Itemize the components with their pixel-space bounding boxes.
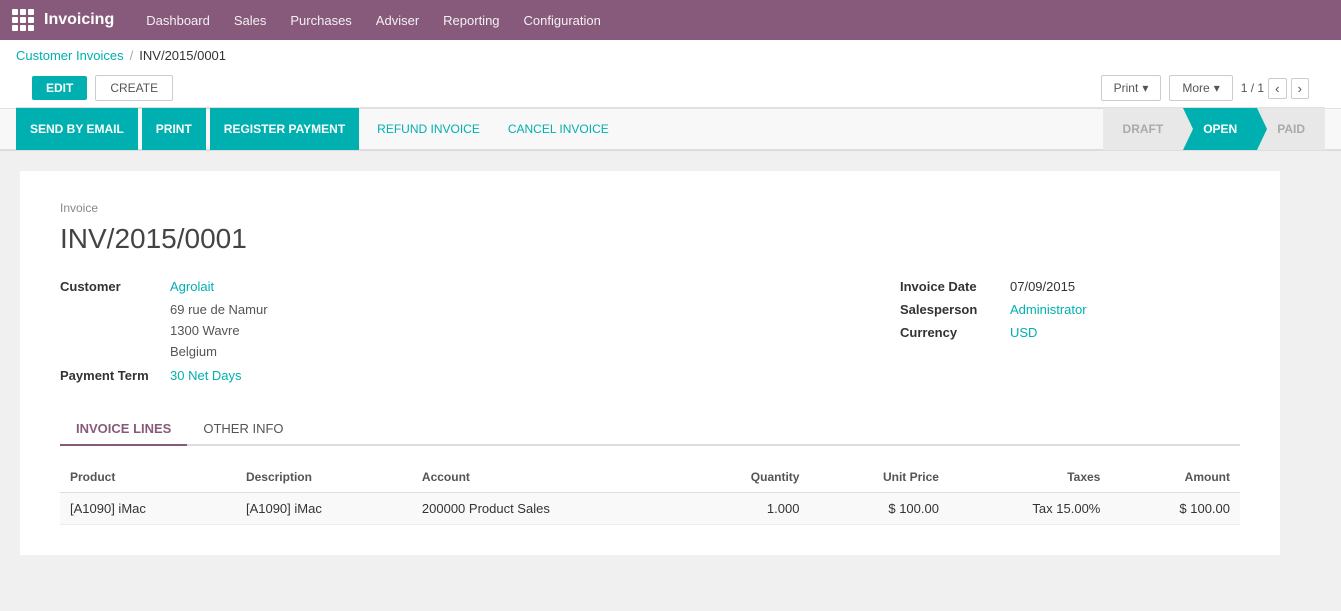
toolbar: EDIT CREATE Print ▾ More ▾ 1 / 1 ‹ › <box>16 69 1325 108</box>
cell-unit-price: $ 100.00 <box>809 493 949 525</box>
nav-sales[interactable]: Sales <box>222 0 279 40</box>
cancel-invoice-button[interactable]: CANCEL INVOICE <box>494 108 623 150</box>
breadcrumb: Customer Invoices / INV/2015/0001 <box>16 48 1325 69</box>
next-page-button[interactable]: › <box>1291 78 1309 99</box>
salesperson-label: Salesperson <box>900 302 1010 317</box>
invoice-lines-table: Product Description Account Quantity Uni… <box>60 462 1240 525</box>
invoice-date-value: 07/09/2015 <box>1010 279 1075 294</box>
nav-adviser[interactable]: Adviser <box>364 0 431 40</box>
breadcrumb-current: INV/2015/0001 <box>139 48 226 63</box>
create-button[interactable]: CREATE <box>95 75 173 101</box>
payment-term-value[interactable]: 30 Net Days <box>170 368 242 383</box>
tab-invoice-lines[interactable]: INVOICE LINES <box>60 413 187 446</box>
print-button[interactable]: Print ▾ <box>1101 75 1162 101</box>
currency-label: Currency <box>900 325 1010 340</box>
refund-invoice-button[interactable]: REFUND INVOICE <box>363 108 494 150</box>
col-account: Account <box>412 462 684 493</box>
status-bar: DRAFT OPEN PAID <box>1103 108 1325 150</box>
currency-row: Currency USD <box>900 325 1240 340</box>
currency-value[interactable]: USD <box>1010 325 1037 340</box>
action-bar: SEND BY EMAIL PRINT REGISTER PAYMENT REF… <box>0 109 1341 151</box>
nav-configuration[interactable]: Configuration <box>512 0 613 40</box>
tabs: INVOICE LINES OTHER INFO <box>60 413 1240 446</box>
right-fields: Invoice Date 07/09/2015 Salesperson Admi… <box>900 279 1240 389</box>
cell-product: [A1090] iMac <box>60 493 236 525</box>
invoice-number: INV/2015/0001 <box>60 223 1240 255</box>
customer-name[interactable]: Agrolait <box>170 279 214 294</box>
invoice-card: Invoice INV/2015/0001 Customer Agrolait … <box>20 171 1280 555</box>
send-by-email-button[interactable]: SEND BY EMAIL <box>16 108 138 150</box>
more-chevron-icon: ▾ <box>1214 81 1220 95</box>
cell-account: 200000 Product Sales <box>412 493 684 525</box>
nav-reporting[interactable]: Reporting <box>431 0 511 40</box>
table-row[interactable]: [A1090] iMac [A1090] iMac 200000 Product… <box>60 493 1240 525</box>
invoice-label: Invoice <box>60 201 1240 215</box>
breadcrumb-area: Customer Invoices / INV/2015/0001 EDIT C… <box>0 40 1341 109</box>
prev-page-button[interactable]: ‹ <box>1268 78 1286 99</box>
salesperson-row: Salesperson Administrator <box>900 302 1240 317</box>
tab-other-info[interactable]: OTHER INFO <box>187 413 299 446</box>
breadcrumb-parent[interactable]: Customer Invoices <box>16 48 124 63</box>
top-nav: Invoicing Dashboard Sales Purchases Advi… <box>0 0 1341 40</box>
status-open: OPEN <box>1183 108 1257 150</box>
breadcrumb-separator: / <box>130 48 134 63</box>
customer-field-group: Customer Agrolait 69 rue de Namur 1300 W… <box>60 279 820 389</box>
print-chevron-icon: ▾ <box>1142 81 1148 95</box>
app-icon[interactable] <box>12 9 34 31</box>
col-taxes: Taxes <box>949 462 1110 493</box>
customer-address: 69 rue de Namur 1300 Wavre Belgium <box>170 300 820 362</box>
invoice-date-label: Invoice Date <box>900 279 1010 294</box>
col-amount: Amount <box>1110 462 1240 493</box>
content-area: Invoice INV/2015/0001 Customer Agrolait … <box>0 151 1341 575</box>
edit-button[interactable]: EDIT <box>32 76 87 100</box>
table-header-row: Product Description Account Quantity Uni… <box>60 462 1240 493</box>
app-title: Invoicing <box>44 11 114 29</box>
cell-description: [A1090] iMac <box>236 493 412 525</box>
invoice-fields: Customer Agrolait 69 rue de Namur 1300 W… <box>60 279 1240 389</box>
status-paid: PAID <box>1257 108 1325 150</box>
payment-term-label: Payment Term <box>60 368 170 383</box>
salesperson-value[interactable]: Administrator <box>1010 302 1087 317</box>
pagination: 1 / 1 ‹ › <box>1241 78 1309 99</box>
customer-label: Customer <box>60 279 170 294</box>
status-draft: DRAFT <box>1103 108 1184 150</box>
cell-amount: $ 100.00 <box>1110 493 1240 525</box>
payment-term-row: Payment Term 30 Net Days <box>60 368 820 383</box>
col-unit-price: Unit Price <box>809 462 949 493</box>
col-quantity: Quantity <box>683 462 809 493</box>
nav-dashboard[interactable]: Dashboard <box>134 0 222 40</box>
cell-taxes: Tax 15.00% <box>949 493 1110 525</box>
col-description: Description <box>236 462 412 493</box>
more-button[interactable]: More ▾ <box>1169 75 1232 101</box>
invoice-date-row: Invoice Date 07/09/2015 <box>900 279 1240 294</box>
cell-quantity: 1.000 <box>683 493 809 525</box>
register-payment-button[interactable]: REGISTER PAYMENT <box>210 108 359 150</box>
col-product: Product <box>60 462 236 493</box>
customer-row: Customer Agrolait <box>60 279 820 294</box>
print-invoice-button[interactable]: PRINT <box>142 108 206 150</box>
nav-purchases[interactable]: Purchases <box>278 0 363 40</box>
